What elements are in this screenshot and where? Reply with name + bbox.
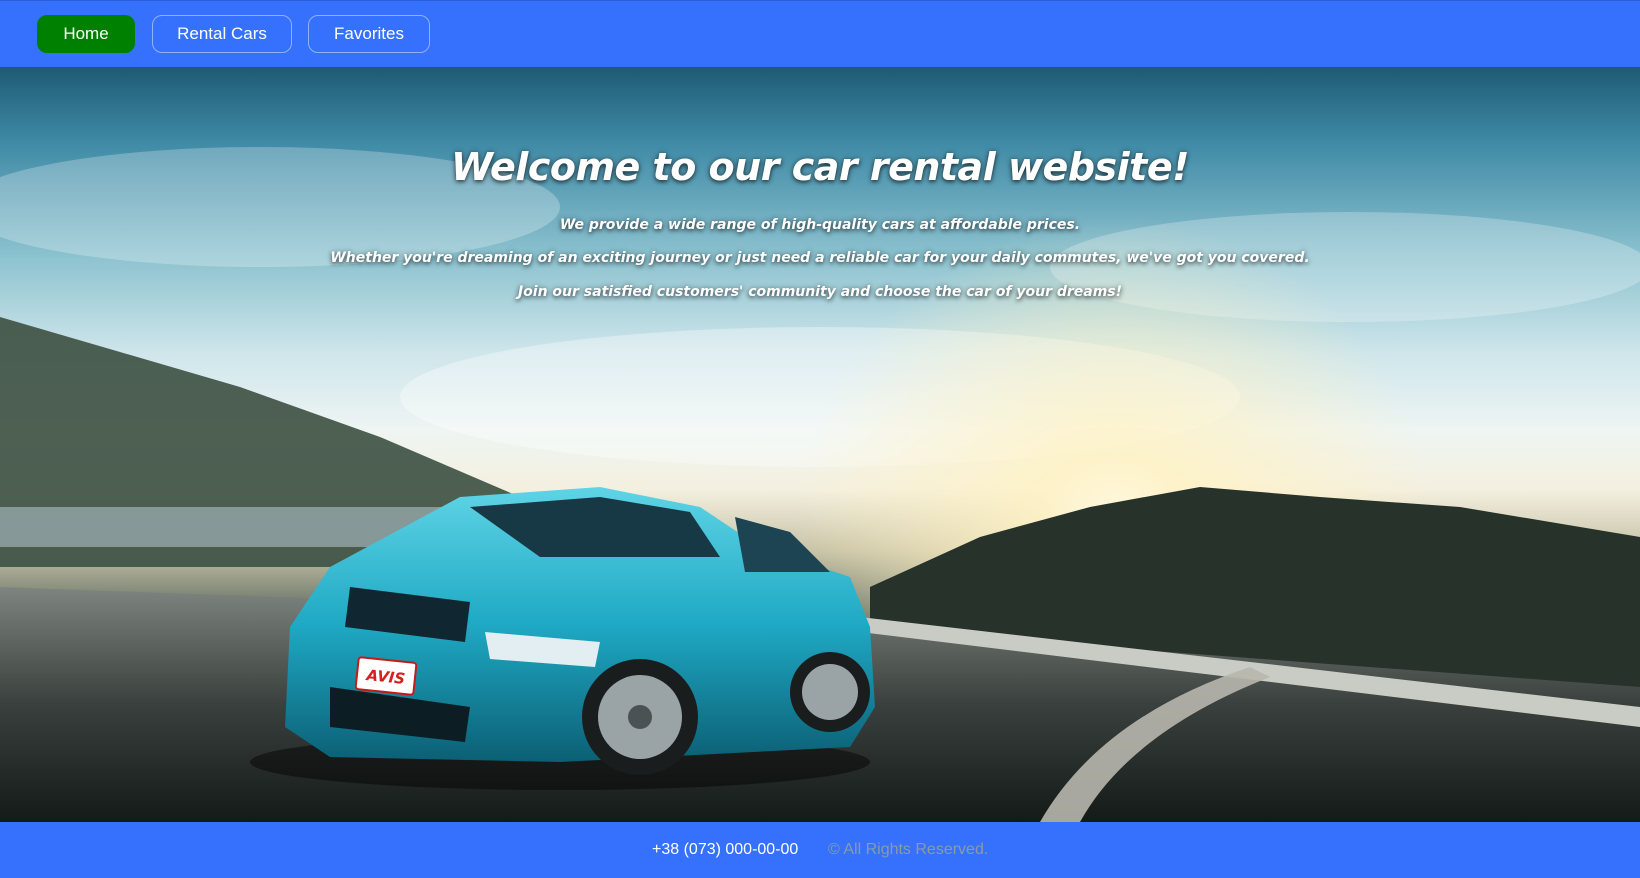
hero-banner: AVIS Welcome to our car rental website! … <box>0 67 1640 822</box>
nav-rental-cars-button[interactable]: Rental Cars <box>152 15 292 53</box>
nav-favorites-button[interactable]: Favorites <box>308 15 430 53</box>
hero-line-2: Whether you're dreaming of an exciting j… <box>330 250 1310 266</box>
hero-line-3: Join our satisfied customers' community … <box>517 284 1123 300</box>
footer-phone: +38 (073) 000-00-00 <box>652 841 799 858</box>
footer-copyright: © All Rights Reserved. <box>828 841 989 858</box>
top-navbar: Home Rental Cars Favorites <box>0 0 1640 67</box>
hero-title: Welcome to our car rental website! <box>451 145 1189 189</box>
hero-line-1: We provide a wide range of high-quality … <box>559 217 1081 233</box>
nav-home-button[interactable]: Home <box>37 15 135 53</box>
footer: +38 (073) 000-00-00 © All Rights Reserve… <box>0 822 1640 878</box>
